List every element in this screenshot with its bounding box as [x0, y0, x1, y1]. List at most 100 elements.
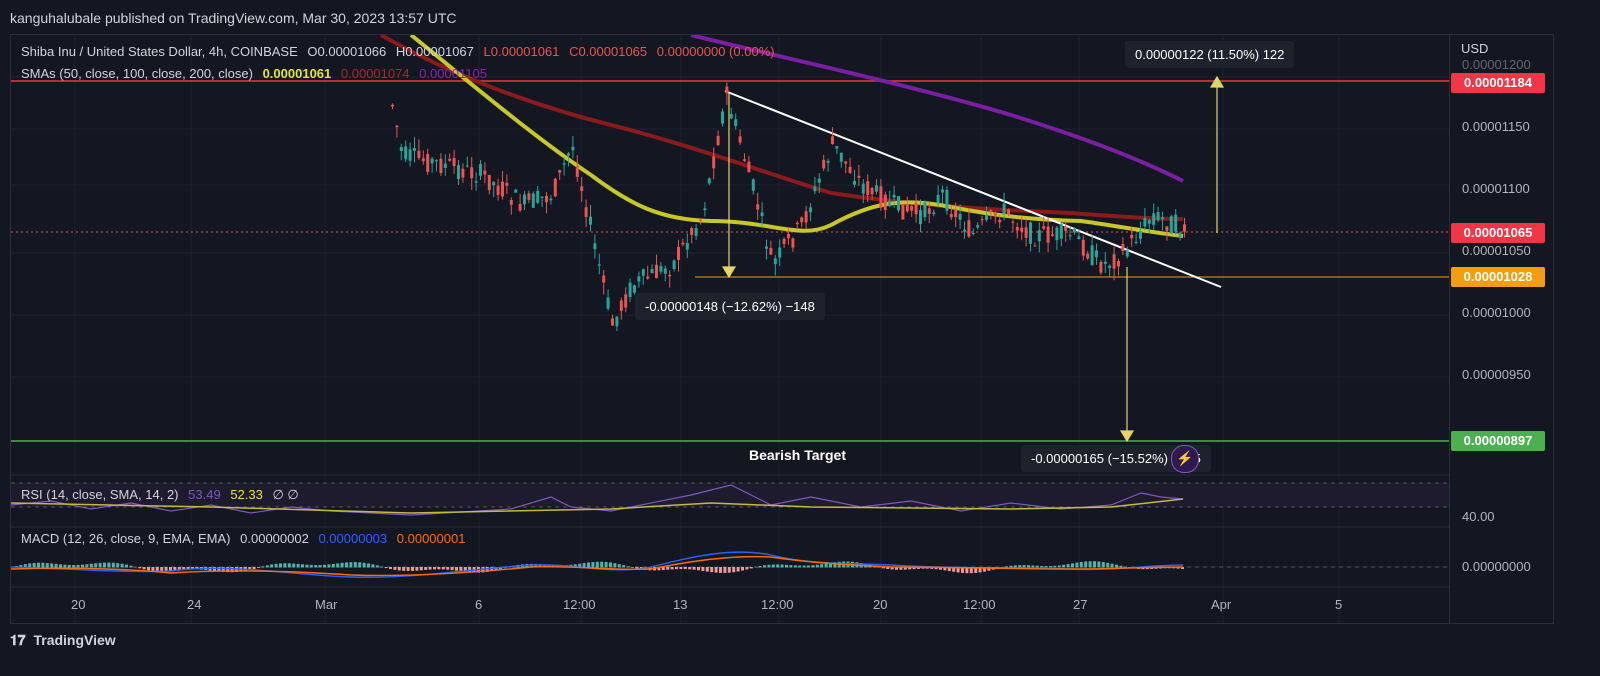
date-tick: 12:00 — [563, 597, 596, 612]
macd-bar — [1062, 564, 1066, 568]
candle-body — [1156, 212, 1160, 221]
candle-body — [1068, 235, 1072, 237]
ohlc-change: 0.00000000 (0.00%) — [656, 44, 775, 59]
macd-bar — [732, 567, 736, 573]
chart-area[interactable]: Shiba Inu / United States Dollar, 4h, CO… — [10, 34, 1554, 624]
target-price-badge: 0.00000897 — [1451, 431, 1545, 451]
chart-frame: kanguhalubale published on TradingView.c… — [0, 0, 1600, 676]
rsi-tick: 40.00 — [1462, 509, 1495, 524]
macd-value: 0.00000002 — [240, 531, 309, 546]
symbol-label: Shiba Inu / United States Dollar, 4h, CO… — [21, 44, 298, 59]
candle-body — [791, 238, 795, 248]
date-tick: 24 — [187, 597, 202, 612]
candle-body — [606, 297, 610, 309]
macd-bar — [89, 563, 93, 568]
candle-body — [439, 158, 443, 174]
trendline — [724, 90, 1222, 288]
macd-bar — [1088, 561, 1092, 568]
candle-body — [580, 186, 584, 191]
macd-bar — [824, 563, 828, 568]
macd-bar — [433, 567, 436, 570]
candle-body — [707, 178, 711, 184]
macd-bar — [1066, 564, 1070, 568]
candle-body — [703, 208, 707, 211]
tradingview-logo[interactable]: 𝟏𝟕 TradingView — [10, 632, 116, 649]
macd-bar — [32, 562, 36, 568]
candle-body — [461, 168, 465, 178]
macd-bar — [362, 562, 366, 568]
macd-bar — [714, 567, 718, 573]
macd-bar — [353, 562, 357, 568]
macd-bar — [380, 566, 384, 568]
candle-body — [1086, 253, 1090, 259]
candle-body — [729, 114, 733, 119]
macd-bar — [1079, 561, 1083, 568]
candle-body — [452, 157, 456, 166]
macd-bar — [776, 564, 780, 568]
candle-body — [509, 200, 513, 205]
candle-body — [826, 160, 830, 163]
rsi-extra: ∅ ∅ — [272, 487, 299, 502]
macd-bar — [741, 567, 744, 571]
candle-body — [870, 187, 874, 195]
candle-body — [584, 207, 588, 217]
candle-body — [914, 202, 918, 215]
macd-bar — [28, 563, 32, 568]
macd-bar — [305, 564, 309, 568]
candle-body — [976, 225, 980, 228]
macd-bar — [261, 566, 265, 568]
macd-bar — [807, 565, 810, 568]
macd-bar — [424, 567, 428, 570]
macd-bar — [120, 563, 124, 568]
sma200-value: 0.00001105 — [419, 66, 487, 81]
candle-body — [641, 269, 645, 276]
price-tick: 0.00000950 — [1462, 367, 1531, 382]
candle-body — [655, 264, 658, 279]
candle-body — [980, 219, 984, 221]
candle-body — [699, 219, 702, 221]
macd-bar — [754, 566, 758, 568]
macd-bar — [138, 567, 142, 569]
macd-bar — [1031, 565, 1035, 568]
candle-body — [575, 165, 579, 177]
macd-bar — [323, 564, 326, 568]
candle-body — [910, 205, 914, 211]
candle-body — [905, 203, 909, 212]
macd-bar — [327, 564, 331, 568]
macd-bar — [98, 562, 102, 568]
macd-bar — [296, 563, 300, 568]
candle-body — [1029, 222, 1032, 244]
lightning-icon[interactable]: ⚡ — [1171, 445, 1199, 473]
candle-body — [1134, 242, 1138, 244]
candle-body — [435, 160, 438, 162]
macd-bar — [358, 562, 362, 568]
macd-bar — [697, 567, 700, 571]
candle-body — [1077, 236, 1081, 240]
macd-bar — [63, 564, 67, 568]
candle-body — [998, 219, 1002, 223]
macd-bar — [274, 563, 278, 568]
macd-label: MACD (12, 26, close, 9, EMA, EMA) — [21, 531, 231, 546]
candle-body — [571, 146, 575, 151]
macd-bar — [1022, 565, 1026, 568]
candle-body — [1169, 216, 1173, 234]
candle-body — [619, 300, 623, 311]
candle-body — [778, 247, 782, 258]
macd-bar — [666, 567, 670, 570]
macd-bar — [270, 564, 274, 568]
candle-body — [611, 318, 614, 326]
candle-body — [501, 181, 504, 197]
candle-body — [1020, 227, 1024, 232]
macd-bar — [1057, 565, 1061, 568]
candle-body — [1152, 213, 1156, 225]
sma-legend: SMAs (50, close, 100, close, 200, close)… — [21, 66, 493, 81]
date-tick: 12:00 — [761, 597, 794, 612]
macd-bar — [279, 563, 282, 568]
candle-body — [421, 158, 425, 162]
candle-body — [773, 258, 777, 265]
macd-bar — [802, 565, 806, 568]
macd-bar — [252, 567, 256, 569]
candle-body — [734, 119, 738, 127]
date-tick: 12:00 — [963, 597, 996, 612]
measure-drop-label: -0.00000148 (−12.62%) −148 — [635, 293, 825, 320]
